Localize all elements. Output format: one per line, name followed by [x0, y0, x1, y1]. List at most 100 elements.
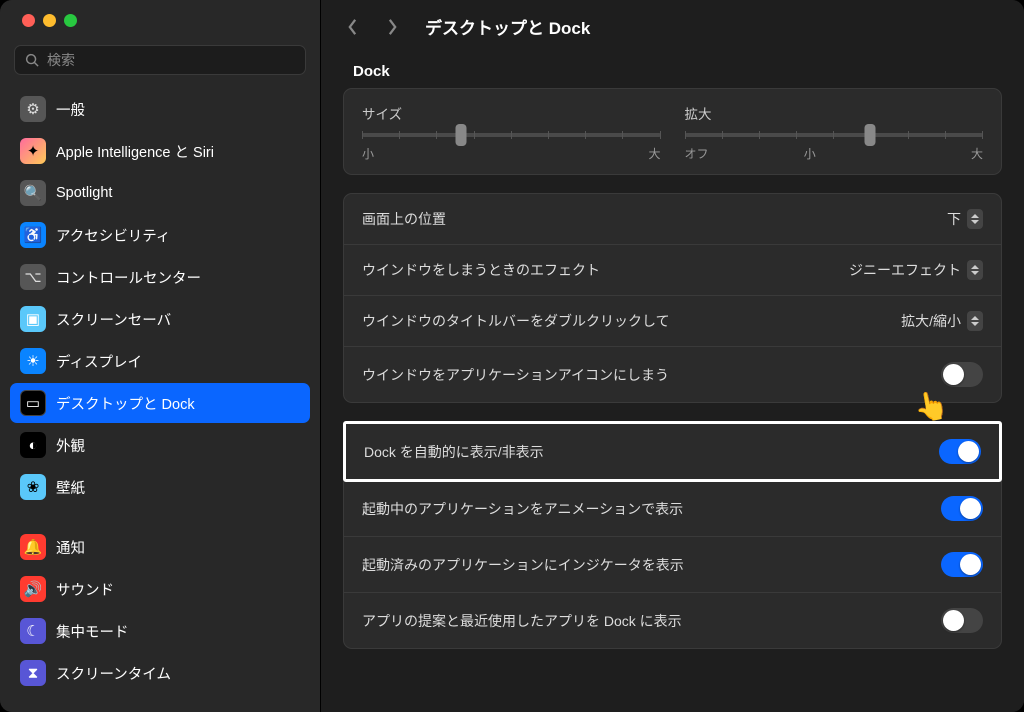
sidebar-item-1[interactable]: ✦ Apple Intelligence と Siri	[10, 131, 310, 171]
select-value: 拡大/縮小	[901, 311, 961, 331]
mag-max: 大	[971, 145, 983, 162]
setting-row: 起動中のアプリケーションをアニメーションで表示	[344, 481, 1001, 537]
sidebar-label: 外観	[56, 435, 85, 456]
sidebar-icon: ▣	[20, 306, 46, 332]
toggle-switch[interactable]	[941, 496, 983, 521]
position-panel: 画面上の位置下ウインドウをしまうときのエフェクト ジニーエフェクトウインドウのタイ…	[343, 193, 1002, 403]
sidebar-label: デスクトップと Dock	[56, 393, 195, 414]
updown-icon	[967, 209, 983, 229]
toggle-knob	[960, 554, 981, 575]
sidebar-icon: ▭	[20, 390, 46, 416]
setting-row: ウインドウのタイトルバーをダブルクリックして 拡大/縮小	[344, 296, 1001, 347]
sidebar-icon: 🔍	[20, 180, 46, 206]
setting-row: アプリの提案と最近使用したアプリを Dock に表示	[344, 593, 1001, 648]
sidebar-icon: ⌥	[20, 264, 46, 290]
maximize-button[interactable]	[64, 14, 77, 27]
size-min: 小	[362, 145, 374, 162]
sidebar-label: ディスプレイ	[56, 351, 142, 372]
sidebar-item-12[interactable]: ☾ 集中モード	[10, 611, 310, 651]
sidebar-label: サウンド	[56, 579, 114, 600]
sidebar-label: スクリーンタイム	[56, 663, 171, 684]
select-value: ジニーエフェクト	[849, 260, 961, 280]
setting-row: 画面上の位置下	[344, 194, 1001, 245]
mag-min: 小	[804, 145, 816, 162]
select-control[interactable]: 拡大/縮小	[901, 311, 983, 331]
sidebar-label: アクセシビリティ	[56, 225, 170, 246]
sidebar-item-2[interactable]: 🔍 Spotlight	[10, 173, 310, 213]
toggle-knob	[943, 610, 964, 631]
close-button[interactable]	[22, 14, 35, 27]
sidebar-item-11[interactable]: 🔊サウンド	[10, 569, 310, 609]
sidebar-label: コントロールセンター	[56, 267, 201, 288]
slider-panel: サイズ 小 大 拡大	[343, 88, 1002, 175]
sidebar-item-10[interactable]: 🔔 通知	[10, 527, 310, 567]
sidebar-icon: ✦	[20, 138, 46, 164]
sidebar-item-4[interactable]: ⌥ コントロールセンター	[10, 257, 310, 297]
sidebar-item-0[interactable]: ⚙一般	[10, 89, 310, 129]
sidebar-icon: ⧗	[20, 660, 46, 686]
toggle-knob	[960, 498, 981, 519]
mag-slider-thumb[interactable]	[864, 124, 875, 146]
autohide-panel: 👆Dock を自動的に表示/非表示起動中のアプリケーションをアニメーションで表示…	[343, 421, 1002, 649]
page-title: デスクトップと Dock	[425, 14, 590, 39]
window-controls	[0, 14, 320, 27]
sidebar-item-8[interactable]: ◐ 外観	[10, 425, 310, 465]
sidebar-icon: ♿	[20, 222, 46, 248]
sidebar-label: Apple Intelligence と Siri	[56, 141, 214, 162]
search-field[interactable]	[47, 52, 295, 68]
size-slider-thumb[interactable]	[455, 124, 466, 146]
size-slider-group: サイズ 小 大	[362, 103, 661, 162]
main-content: Dock サイズ 小 大 拡大	[321, 49, 1024, 689]
setting-label: アプリの提案と最近使用したアプリを Dock に表示	[362, 611, 682, 631]
sidebar-item-7[interactable]: ▭ デスクトップと Dock	[10, 383, 310, 423]
toggle-knob	[943, 364, 964, 385]
back-button[interactable]	[341, 16, 363, 38]
minimize-button[interactable]	[43, 14, 56, 27]
sidebar-label: 一般	[56, 99, 85, 120]
size-slider[interactable]	[362, 133, 661, 137]
forward-button[interactable]	[381, 16, 403, 38]
search-icon	[25, 53, 40, 68]
setting-label: Dock を自動的に表示/非表示	[364, 442, 544, 462]
setting-row: ウインドウをしまうときのエフェクト ジニーエフェクト	[344, 245, 1001, 296]
search-input[interactable]	[14, 45, 306, 75]
sidebar-icon: ☾	[20, 618, 46, 644]
setting-label: ウインドウをしまうときのエフェクト	[362, 260, 600, 280]
toggle-switch[interactable]	[941, 552, 983, 577]
sidebar-icon: ◐	[20, 432, 46, 458]
content-header: デスクトップと Dock	[321, 0, 1024, 49]
content-area: デスクトップと Dock Dock サイズ 小 大	[320, 0, 1024, 712]
updown-icon	[967, 260, 983, 280]
sidebar-item-13[interactable]: ⧗ スクリーンタイム	[10, 653, 310, 693]
settings-window: ⚙一般 ✦ Apple Intelligence と Siri 🔍 Spotlight ♿…	[0, 0, 1024, 712]
toggle-knob	[958, 441, 979, 462]
setting-label: 起動済みのアプリケーションにインジケータを表示	[362, 555, 684, 575]
sidebar-item-6[interactable]: ☀ ディスプレイ	[10, 341, 310, 381]
sidebar-label: 通知	[56, 537, 85, 558]
sidebar-icon: ❀	[20, 474, 46, 500]
mag-slider[interactable]	[685, 133, 984, 137]
sidebar-nav: ⚙一般 ✦ Apple Intelligence と Siri 🔍 Spotlight ♿…	[0, 89, 320, 712]
dock-section-title: Dock	[353, 63, 1002, 80]
sidebar-label: 集中モード	[56, 621, 129, 642]
sidebar: ⚙一般 ✦ Apple Intelligence と Siri 🔍 Spotlight ♿…	[0, 0, 320, 712]
sidebar-item-3[interactable]: ♿ アクセシビリティ	[10, 215, 310, 255]
sidebar-icon: 🔔	[20, 534, 46, 560]
setting-label: ウインドウのタイトルバーをダブルクリックして	[362, 311, 670, 331]
sidebar-item-5[interactable]: ▣ スクリーンセーバ	[10, 299, 310, 339]
toggle-switch[interactable]	[939, 439, 981, 464]
sidebar-item-9[interactable]: ❀壁紙	[10, 467, 310, 507]
select-control[interactable]: ジニーエフェクト	[849, 260, 983, 280]
select-value: 下	[947, 209, 961, 229]
toggle-switch[interactable]	[941, 608, 983, 633]
toggle-switch[interactable]	[941, 362, 983, 387]
sidebar-label: スクリーンセーバ	[56, 309, 171, 330]
setting-row: 👆Dock を自動的に表示/非表示	[343, 421, 1002, 482]
sidebar-icon: ☀	[20, 348, 46, 374]
mag-slider-group: 拡大 オフ 小 大	[685, 103, 984, 162]
mag-label: 拡大	[685, 103, 984, 123]
mag-off: オフ	[685, 145, 709, 162]
sidebar-label: Spotlight	[56, 185, 112, 201]
select-control[interactable]: 下	[947, 209, 983, 229]
setting-row: ウインドウをアプリケーションアイコンにしまう	[344, 347, 1001, 402]
